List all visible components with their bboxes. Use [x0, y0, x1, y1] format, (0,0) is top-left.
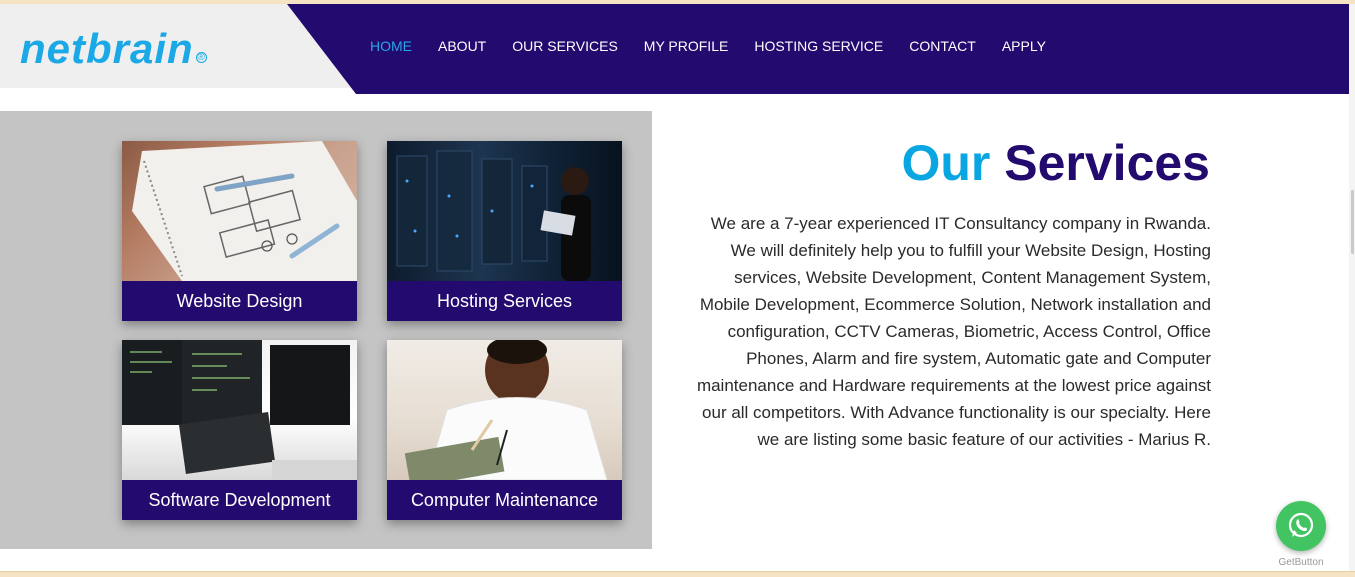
browser-bottom-edge: [0, 571, 1355, 577]
getbutton-caption[interactable]: GetButton: [1270, 557, 1332, 568]
page-scrollbar[interactable]: [1349, 4, 1355, 571]
service-card-label: Software Development: [122, 480, 357, 520]
service-card-software-development[interactable]: Software Development: [122, 340, 357, 520]
site-header: netbrain ® HOME ABOUT OUR SERVICES MY PR…: [0, 4, 1349, 94]
nav-home[interactable]: HOME: [370, 38, 412, 54]
code-monitors-photo: [122, 340, 357, 480]
circuit-repair-photo: [387, 340, 622, 488]
scrollbar-thumb[interactable]: [1351, 190, 1354, 254]
logo-text: netbrain: [20, 25, 194, 72]
whatsapp-button[interactable]: [1276, 501, 1326, 551]
nav-about[interactable]: ABOUT: [438, 38, 486, 54]
services-description: We are a 7-year experienced IT Consultan…: [696, 214, 1211, 449]
server-room-photo: [387, 141, 622, 281]
nav-contact[interactable]: CONTACT: [909, 38, 976, 54]
nav-my-profile[interactable]: MY PROFILE: [644, 38, 729, 54]
wireframe-sketch-photo: [122, 141, 357, 281]
section-title-accent: Our: [901, 135, 991, 191]
nav-our-services[interactable]: OUR SERVICES: [512, 38, 618, 54]
services-grid-panel: Website Design Hosting Services Software…: [0, 111, 652, 549]
service-card-label: Computer Maintenance: [387, 480, 622, 520]
service-card-website-design[interactable]: Website Design: [122, 141, 357, 321]
registered-mark: ®: [195, 52, 207, 63]
whatsapp-icon: [1288, 512, 1314, 538]
service-card-computer-maintenance[interactable]: Computer Maintenance: [387, 340, 622, 520]
nav-hosting-service[interactable]: HOSTING SERVICE: [754, 38, 883, 54]
service-card-label: Hosting Services: [387, 281, 622, 321]
main-nav: HOME ABOUT OUR SERVICES MY PROFILE HOSTI…: [370, 38, 1072, 54]
nav-apply[interactable]: APPLY: [1002, 38, 1046, 54]
service-card-label: Website Design: [122, 281, 357, 321]
section-title: Our Services: [700, 134, 1210, 192]
service-card-hosting-services[interactable]: Hosting Services: [387, 141, 622, 321]
netbrain-logo[interactable]: netbrain ®: [20, 24, 207, 74]
section-title-main: Services: [1004, 135, 1210, 191]
